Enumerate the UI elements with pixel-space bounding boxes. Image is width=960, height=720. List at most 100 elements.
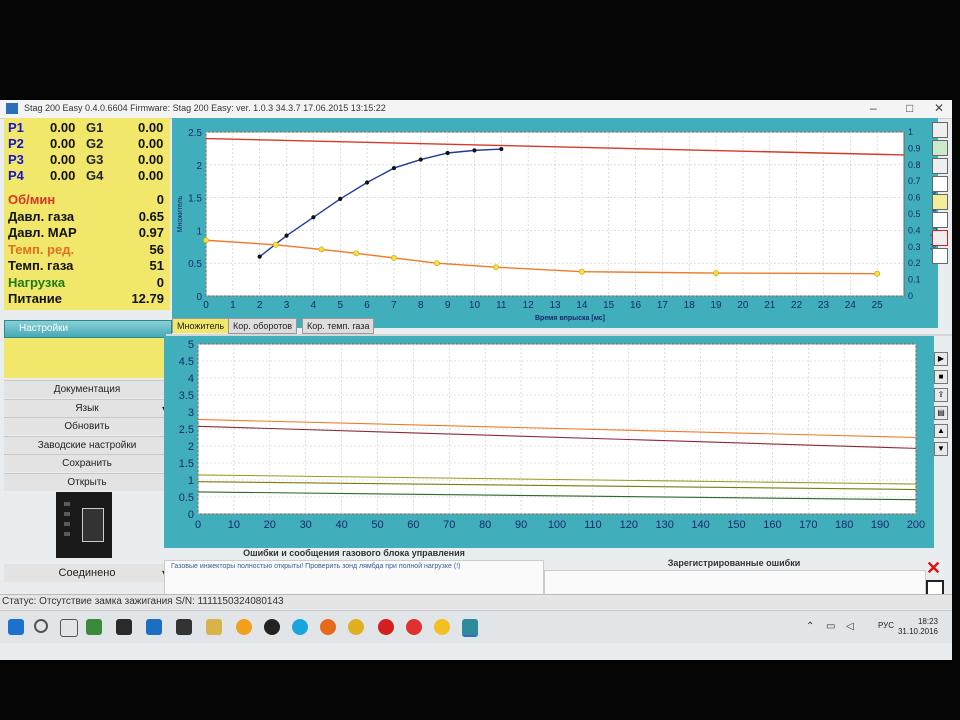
y2-tick-label: 0.7 xyxy=(908,176,921,186)
param-value: 56 xyxy=(149,241,164,257)
history-toolbar: ▶ ■ ⇪ ▤ ▲ ▼ xyxy=(932,348,950,468)
maximize-icon[interactable]: □ xyxy=(906,101,913,115)
y-tick-label: 0 xyxy=(188,509,194,521)
taskbar-app-icon[interactable] xyxy=(116,619,132,635)
taskbar: ⌃ ▭ ◁ РУС 18:23 31.10.2016 xyxy=(0,610,952,643)
menu-button[interactable]: Обновить xyxy=(4,417,170,435)
x-tick-label: 140 xyxy=(691,519,709,531)
folder-icon[interactable] xyxy=(206,619,222,635)
x-tick-label: 7 xyxy=(391,300,397,311)
network-icon[interactable]: ▭ xyxy=(826,621,835,632)
injector-label: P3 xyxy=(8,152,24,167)
menu-button-label: Сохранить xyxy=(62,458,112,469)
settings-header[interactable]: Настройки xyxy=(4,320,172,338)
edge-icon[interactable] xyxy=(146,619,162,635)
led-icon xyxy=(64,502,70,506)
x-tick-label: 22 xyxy=(791,300,803,311)
task-view-icon[interactable] xyxy=(60,619,78,637)
y2-tick-label: 0.4 xyxy=(908,225,921,235)
chart-tool-icon[interactable] xyxy=(932,122,948,138)
monitor-screen: Stag 200 Easy 0.4.0.6604 Firmware: Stag … xyxy=(0,100,952,660)
injector-label: P2 xyxy=(8,136,24,151)
x-tick-label: 90 xyxy=(515,519,527,531)
opera-icon[interactable] xyxy=(378,619,394,635)
volume-icon[interactable]: ◁ xyxy=(846,621,854,632)
save-icon[interactable]: ▤ xyxy=(934,406,948,420)
skype-icon[interactable] xyxy=(292,619,308,635)
y2-tick-label: 0.2 xyxy=(908,258,921,268)
data-point xyxy=(318,246,325,253)
windows-start-icon[interactable] xyxy=(8,619,24,635)
firefox-icon[interactable] xyxy=(320,619,336,635)
down-arrow-icon[interactable]: ▼ xyxy=(934,442,948,456)
up-arrow-icon[interactable]: ▲ xyxy=(934,424,948,438)
chrome-icon[interactable] xyxy=(348,619,364,635)
chart-tab[interactable]: Кор. оборотов xyxy=(228,318,298,334)
yandex-icon[interactable] xyxy=(406,619,422,635)
x-tick-label: 160 xyxy=(763,519,781,531)
menu-button-label: Язык xyxy=(75,402,99,414)
history-chart-svg: 0 10 20 30 40 50 60 70 80 90 100 110 120 130 140 150 160… xyxy=(179,339,925,531)
tray-arrow-icon[interactable]: ⌃ xyxy=(806,621,814,632)
x-tick-label: 25 xyxy=(872,300,884,311)
chart-toolbar xyxy=(930,118,952,268)
chart-tool-icon[interactable] xyxy=(932,140,948,156)
menu-button[interactable]: Язык▾ xyxy=(4,398,170,417)
chart-tab[interactable]: Множитель xyxy=(172,318,230,333)
x-tick-label: 0 xyxy=(195,519,201,531)
clear-errors-icon[interactable]: ✕ xyxy=(926,558,941,579)
x-tick-label: 8 xyxy=(418,300,424,311)
error-message[interactable]: Газовые инжекторы полностью открыты! Про… xyxy=(171,563,460,570)
stop-icon[interactable]: ■ xyxy=(934,370,948,384)
menu-button[interactable]: Сохранить xyxy=(4,454,170,472)
chart-tool-icon[interactable] xyxy=(932,212,948,228)
menu-button[interactable]: Заводские настройки xyxy=(4,435,170,454)
chart-tool-icon[interactable] xyxy=(932,248,948,264)
y2-tick-label: 0.5 xyxy=(908,209,921,219)
data-point xyxy=(391,255,397,261)
x-tick-label: 200 xyxy=(907,519,925,531)
language-indicator[interactable]: РУС xyxy=(878,621,894,630)
play-icon[interactable]: ▶ xyxy=(934,352,948,366)
data-point xyxy=(203,237,209,244)
chart-tool-icon[interactable] xyxy=(932,176,948,192)
chart-tool-icon[interactable] xyxy=(932,158,948,174)
chart-tool-icon[interactable] xyxy=(932,194,948,210)
x-tick-label: 20 xyxy=(264,519,276,531)
readings-panel: P1 0.00 G1 0.00 P2 0.00 G2 0.00 P3 0.00 G3 0.00 P4 0.… xyxy=(4,118,170,310)
x-tick-label: 11 xyxy=(496,300,507,311)
y-tick-label: 2 xyxy=(196,161,202,172)
param-value: 12.79 xyxy=(131,291,164,306)
history-chart: 0 10 20 30 40 50 60 70 80 90 100 110 120 130 140 150 160… xyxy=(164,336,934,548)
data-point xyxy=(311,215,316,220)
chart-tab[interactable]: Кор. темп. газа xyxy=(302,318,375,334)
data-point xyxy=(472,148,477,153)
y-axis-label: Множитель xyxy=(177,195,184,232)
export-icon[interactable]: ⇪ xyxy=(934,388,948,402)
x-tick-label: 3 xyxy=(284,300,290,311)
param-value: 0 xyxy=(156,274,164,290)
x-tick-label: 14 xyxy=(576,300,588,311)
param-label: Об/мин xyxy=(8,192,56,207)
taskbar-app-icon[interactable] xyxy=(86,619,102,635)
taskbar-app-icon[interactable] xyxy=(236,619,252,635)
y-tick-label: 4 xyxy=(188,373,194,385)
led-icon xyxy=(64,522,70,526)
y-tick-label: 0 xyxy=(196,292,202,303)
minimize-icon[interactable]: – xyxy=(870,101,877,115)
menu-button[interactable]: Документация xyxy=(4,380,170,398)
connection-status-select[interactable]: Соединено ▾ xyxy=(4,564,170,582)
errors-title: Ошибки и сообщения газового блока управл… xyxy=(243,548,465,558)
menu-button[interactable]: Открыть xyxy=(4,472,170,491)
taskbar-app-icon[interactable] xyxy=(434,619,450,635)
clock[interactable]: 18:23 31.10.2016 xyxy=(898,617,938,637)
chart-tool-icon[interactable] xyxy=(932,230,948,246)
x-tick-label: 9 xyxy=(445,300,451,311)
close-icon[interactable]: ✕ xyxy=(934,101,944,115)
taskbar-app-icon[interactable] xyxy=(264,619,280,635)
store-icon[interactable] xyxy=(176,619,192,635)
param-value: 0 xyxy=(156,192,164,207)
search-icon[interactable] xyxy=(34,619,48,633)
stag-app-icon[interactable] xyxy=(462,619,478,637)
param-value: 0.97 xyxy=(138,225,164,240)
